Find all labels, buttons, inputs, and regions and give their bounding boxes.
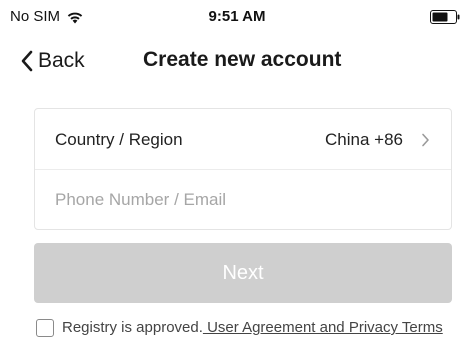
- chevron-left-icon: [21, 50, 33, 72]
- country-region-value: China +86: [325, 130, 403, 149]
- back-button[interactable]: Back: [20, 46, 85, 76]
- account-form: Country / Region China +86: [34, 108, 452, 230]
- page-title: Create new account: [143, 48, 342, 71]
- chevron-right-icon: [422, 133, 429, 147]
- agreement-text: Registry is approved. User Agreement and…: [62, 318, 454, 338]
- country-region-row[interactable]: Country / Region China +86: [35, 109, 451, 170]
- next-button[interactable]: Next: [34, 243, 452, 303]
- navigation-bar: Back Create new account: [0, 38, 474, 82]
- country-region-label: Country / Region: [55, 130, 183, 149]
- back-label: Back: [38, 49, 85, 72]
- status-bar: No SIM 9:51 AM: [0, 0, 474, 32]
- status-time: 9:51 AM: [208, 8, 266, 25]
- user-agreement-link[interactable]: User Agreement and Privacy Terms: [203, 319, 443, 336]
- agreement-checkbox[interactable]: [36, 319, 54, 337]
- phone-email-input[interactable]: [35, 170, 451, 230]
- battery-icon: [430, 10, 460, 24]
- agreement-prefix: Registry is approved.: [62, 319, 203, 336]
